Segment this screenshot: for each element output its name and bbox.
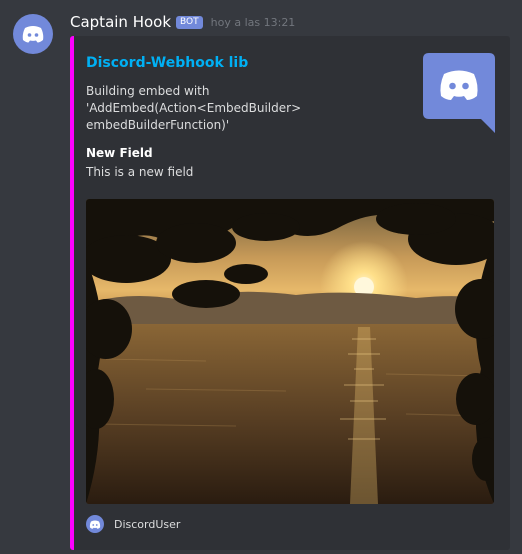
embed-thumbnail[interactable] [423, 53, 495, 133]
discord-logo-icon [89, 520, 101, 529]
embed-footer: DiscordUser [86, 515, 180, 533]
sunset-lake-image [86, 199, 494, 504]
footer-icon [86, 515, 104, 533]
embed-description-line: embedBuilderFunction)' [86, 118, 230, 132]
timestamp: hoy a las 13:21 [210, 15, 296, 29]
field-name: New Field [86, 146, 153, 160]
footer-text: DiscordUser [114, 517, 181, 531]
embed-description: Building embed with 'AddEmbed(Action<Emb… [86, 83, 316, 134]
username[interactable]: Captain Hook [70, 13, 171, 31]
embed: Discord-Webhook lib Building embed with … [70, 36, 510, 550]
embed-description-line: 'AddEmbed(Action<EmbedBuilder> [86, 101, 302, 115]
embed-title[interactable]: Discord-Webhook lib [86, 55, 248, 71]
message-header: Captain Hook BOT hoy a las 13:21 [70, 13, 295, 31]
field-value: This is a new field [86, 165, 194, 179]
discord-logo-icon [440, 70, 478, 100]
embed-image[interactable] [86, 199, 494, 504]
bot-tag: BOT [176, 15, 203, 29]
discord-logo-icon [22, 26, 44, 43]
embed-description-line: Building embed with [86, 84, 210, 98]
user-avatar[interactable] [13, 14, 53, 54]
